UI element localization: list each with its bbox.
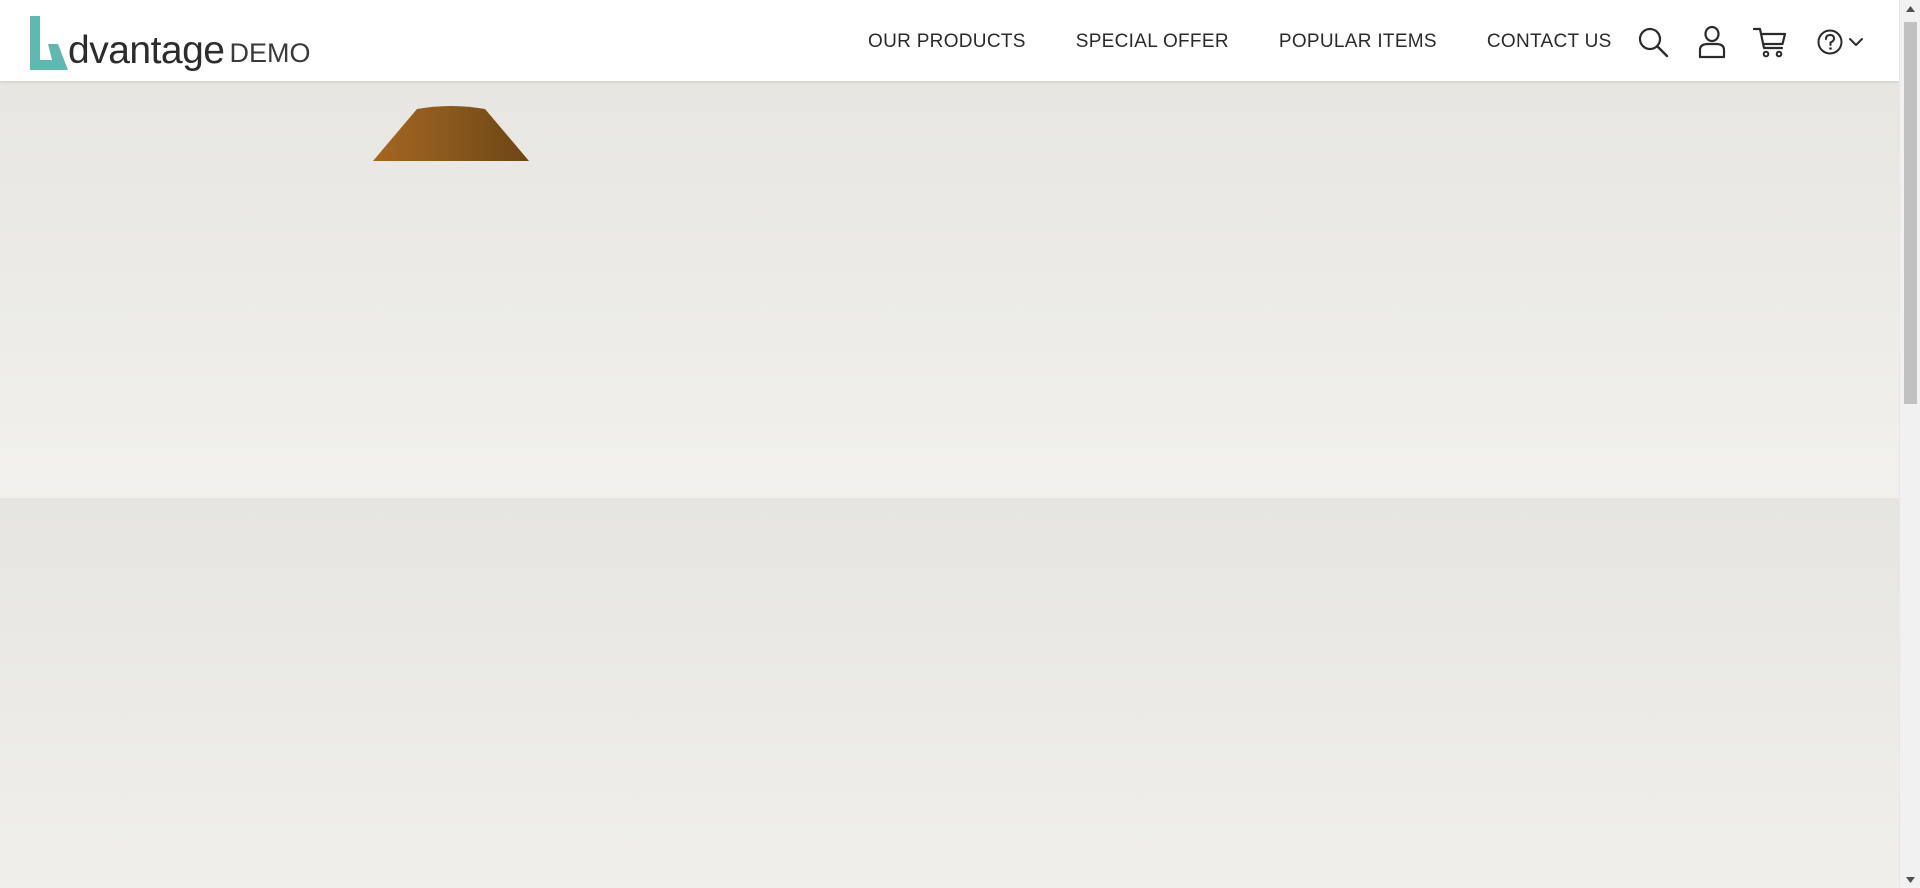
nav-contact-us[interactable]: CONTACT US [1487, 31, 1612, 53]
user-button[interactable] [1698, 25, 1726, 59]
main-nav: OUR PRODUCTS SPECIAL OFFER POPULAR ITEMS… [868, 0, 1612, 84]
help-menu-button[interactable] [1816, 28, 1864, 56]
scroll-up-icon [1906, 5, 1915, 12]
user-icon [1698, 25, 1726, 59]
scroll-up-arrow[interactable] [1900, 0, 1920, 17]
cart-icon [1753, 27, 1787, 58]
nav-popular-items[interactable]: POPULAR ITEMS [1279, 31, 1437, 53]
cart-button[interactable] [1753, 26, 1787, 58]
search-button[interactable] [1637, 26, 1669, 58]
vertical-scrollbar[interactable] [1899, 0, 1920, 888]
search-icon [1638, 27, 1669, 58]
logo-mark-icon [30, 16, 68, 70]
lamp-image [373, 106, 529, 161]
scrollbar-thumb[interactable] [1904, 22, 1917, 404]
help-icon [1817, 29, 1843, 55]
logo-wordmark: dvantage [68, 29, 225, 72]
nav-our-products[interactable]: OUR PRODUCTS [868, 31, 1026, 53]
page: dvantage DEMO OUR PRODUCTS SPECIAL OFFER… [0, 0, 1920, 888]
logo-demo-suffix: DEMO [229, 38, 311, 68]
content-section [0, 498, 1899, 888]
site-header: dvantage DEMO OUR PRODUCTS SPECIAL OFFER… [0, 0, 1899, 81]
nav-special-offer[interactable]: SPECIAL OFFER [1076, 31, 1229, 53]
chevron-down-icon [1849, 38, 1863, 46]
logo-link[interactable]: dvantage DEMO [28, 12, 310, 72]
scroll-down-arrow[interactable] [1900, 871, 1920, 888]
scroll-down-icon [1906, 876, 1915, 883]
hero-banner [0, 81, 1899, 498]
header-icons [1637, 22, 1864, 62]
